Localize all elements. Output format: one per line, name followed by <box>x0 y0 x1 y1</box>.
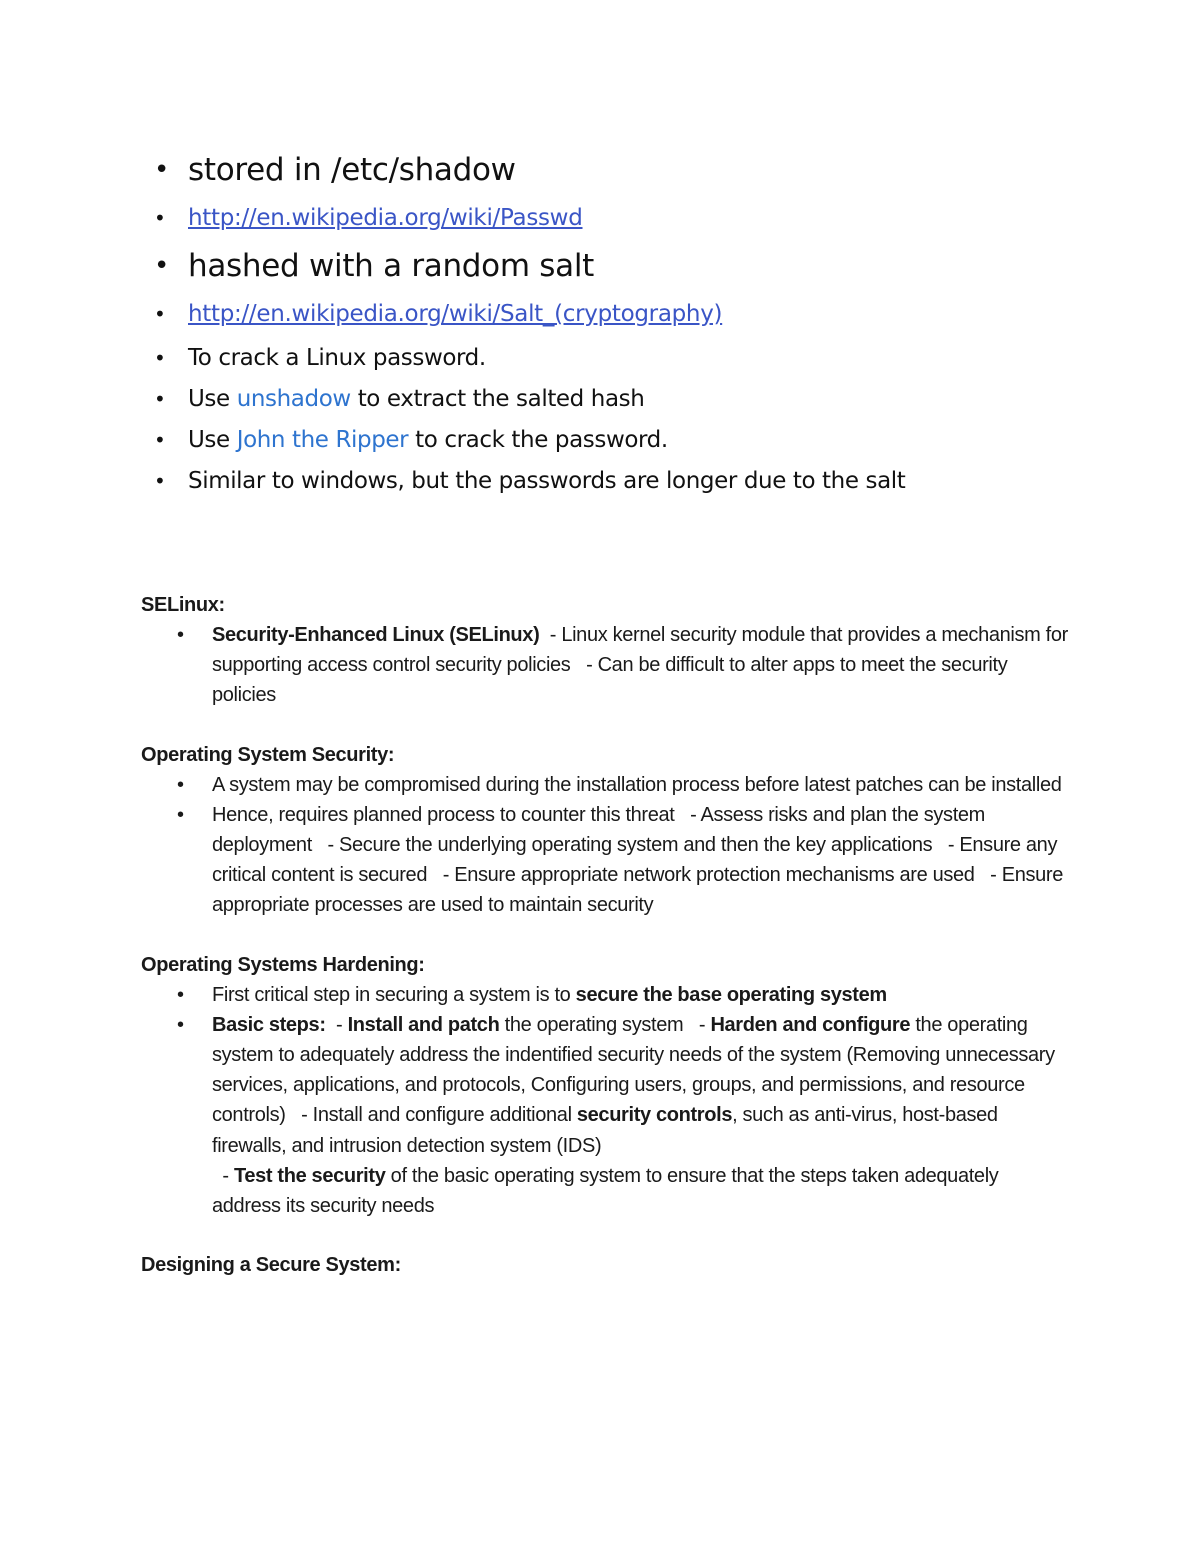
notes-body: SELinux: • Security-Enhanced Linux (SELin… <box>141 590 1071 1309</box>
bullet-icon: • <box>154 302 166 326</box>
bullet-icon: • <box>154 428 166 452</box>
bullet-icon: • <box>177 803 184 826</box>
john-the-ripper-link[interactable]: John the Ripper <box>237 427 409 453</box>
list-item: • Basic steps: - Install and patch the op… <box>141 1010 1071 1221</box>
bullet-list: • First critical step in securing a syste… <box>141 980 1071 1222</box>
bullet-icon: • <box>177 773 184 796</box>
bullet-icon: • <box>154 206 166 230</box>
bullet-icon: • <box>177 1013 184 1036</box>
section-os-security: Operating System Security: • A system may… <box>141 740 1071 921</box>
bullet-icon: • <box>154 155 170 185</box>
unshadow-link[interactable]: unshadow <box>237 386 351 412</box>
bullet-list: • A system may be compromised during the … <box>141 770 1071 921</box>
bullet-icon: • <box>154 251 170 281</box>
slide-bullet-crack: • To crack a Linux password. <box>150 338 930 379</box>
slide-bullet-unshadow: • Use unshadow to extract the salted hash <box>150 379 930 420</box>
list-item: • Security-Enhanced Linux (SELinux) - Lin… <box>141 620 1071 711</box>
slide-bullet-shadow: • stored in /etc/shadow <box>150 146 930 194</box>
section-heading: Operating Systems Hardening: <box>141 953 425 976</box>
bullet-icon: • <box>177 624 184 646</box>
slide-bullet-list: • stored in /etc/shadow • http://en.wikipe… <box>150 146 930 499</box>
slide-bullet-similar: • Similar to windows, but the passwords a… <box>150 461 930 499</box>
slide-bullet-salt: • hashed with a random salt <box>150 242 930 290</box>
passwd-wiki-link[interactable]: http://en.wikipedia.org/wiki/Passwd <box>188 205 583 231</box>
section-heading: Operating System Security: <box>141 743 395 766</box>
slide-bullet-passwd-link: • http://en.wikipedia.org/wiki/Passwd <box>150 194 930 242</box>
slide-excerpt: • stored in /etc/shadow • http://en.wikipe… <box>150 146 930 499</box>
section-selinux: SELinux: • Security-Enhanced Linux (SELin… <box>141 590 1071 711</box>
bullet-icon: • <box>177 983 184 1006</box>
list-item: • First critical step in securing a syste… <box>141 980 1071 1010</box>
bullet-icon: • <box>154 387 166 411</box>
section-os-hardening: Operating Systems Hardening: • First crit… <box>141 950 1071 1222</box>
bullet-icon: • <box>154 346 166 370</box>
list-item: • Hence, requires planned process to coun… <box>141 800 1071 921</box>
salt-wiki-link[interactable]: http://en.wikipedia.org/wiki/Salt_(crypt… <box>188 301 722 327</box>
section-heading: Designing a Secure System: <box>141 1254 401 1277</box>
section-heading: SELinux: <box>141 594 225 616</box>
slide-bullet-john: • Use John the Ripper to crack the passwo… <box>150 420 930 461</box>
section-designing: Designing a Secure System: <box>141 1250 1071 1280</box>
slide-bullet-salt-link: • http://en.wikipedia.org/wiki/Salt_(cryp… <box>150 290 930 338</box>
bullet-icon: • <box>154 469 166 493</box>
list-item: • A system may be compromised during the … <box>141 770 1071 800</box>
bullet-list: • Security-Enhanced Linux (SELinux) - Lin… <box>141 620 1071 711</box>
